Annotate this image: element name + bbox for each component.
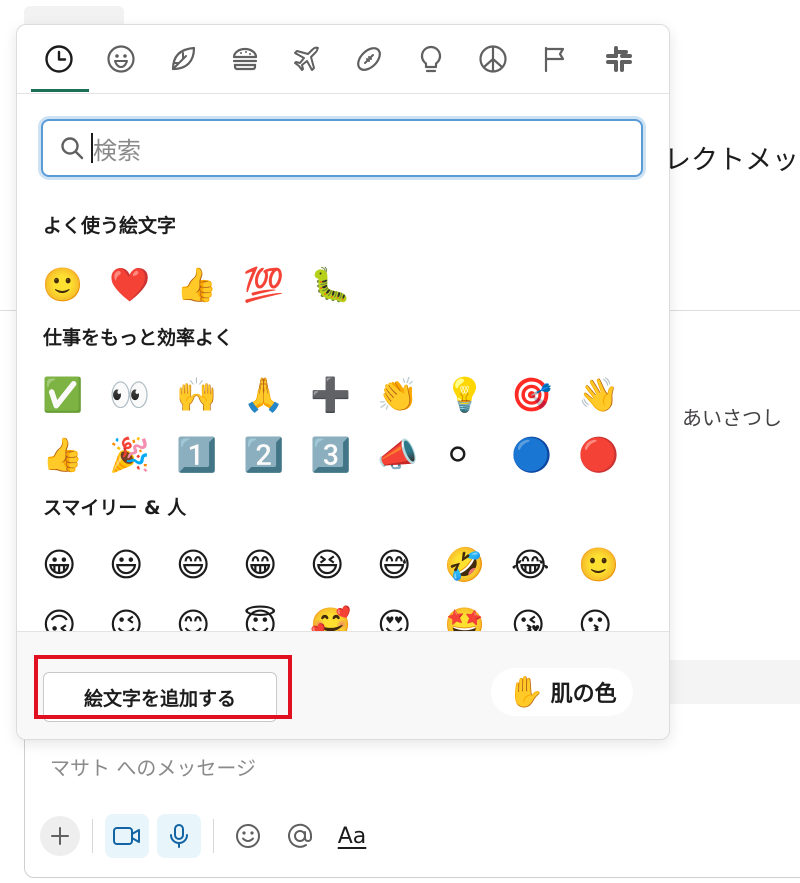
text-format-label: Aa (337, 823, 367, 849)
emoji[interactable]: 🙏 (238, 369, 305, 419)
emoji[interactable]: 👏 (372, 369, 439, 419)
section-title-frequent: よく使う絵文字 (43, 215, 177, 237)
emoji-row: 🙃 😉 😊 😇 🥰 😍 🤩 😘 😗 (37, 599, 640, 632)
category-tabs (17, 25, 669, 94)
emoji[interactable]: 🔴 (573, 429, 640, 479)
emoji[interactable]: 🎯 (506, 369, 573, 419)
mention-icon[interactable] (278, 814, 322, 858)
emoji-picker: 検索 よく使う絵文字 🙂 ❤️ 👍 💯 🐛 仕事をもっと効率よく ✅ 👀 🙌 🙏… (16, 24, 670, 740)
emoji[interactable]: 👍 (37, 429, 104, 479)
emoji[interactable]: 😆 (305, 539, 372, 589)
emoji[interactable]: ⚪ (439, 429, 506, 479)
emoji-icon[interactable] (226, 814, 270, 858)
emoji[interactable]: 😄 (171, 539, 238, 589)
emoji-row: ✅ 👀 🙌 🙏 ➕ 👏 💡 🎯 👋 (37, 369, 640, 419)
emoji[interactable]: 🙂 (573, 539, 640, 589)
background-greeting-text: あいさつし (682, 406, 782, 430)
emoji[interactable]: 📣 (372, 429, 439, 479)
section-title-smileys: スマイリー & 人 (43, 497, 187, 519)
toolbar-separator (213, 819, 214, 853)
emoji[interactable]: 🤣 (439, 539, 506, 589)
flag-icon[interactable] (533, 39, 577, 79)
skin-tone-button[interactable]: ✋ 肌の色 (491, 668, 633, 716)
emoji-search-input[interactable]: 検索 (41, 119, 643, 177)
text-format-button[interactable]: Aa (330, 814, 374, 858)
emoji[interactable]: 😉 (104, 599, 171, 632)
smiley-icon[interactable] (99, 39, 143, 79)
emoji[interactable]: ✅ (37, 369, 104, 419)
slack-icon[interactable] (597, 39, 641, 79)
emoji[interactable]: 👋 (573, 369, 640, 419)
peace-icon[interactable] (471, 39, 515, 79)
active-tab-indicator (31, 89, 89, 92)
emoji[interactable]: 🎉 (104, 429, 171, 479)
emoji[interactable]: 😘 (506, 599, 573, 632)
emoji[interactable]: 😇 (238, 599, 305, 632)
emoji[interactable]: 👍 (171, 259, 238, 309)
skin-tone-label: 肌の色 (550, 682, 617, 707)
airplane-icon[interactable] (285, 39, 329, 79)
microphone-icon[interactable] (157, 814, 201, 858)
emoji[interactable]: 😂 (506, 539, 573, 589)
emoji[interactable]: 💯 (238, 259, 305, 309)
emoji[interactable]: 🙃 (37, 599, 104, 632)
emoji[interactable]: 🙌 (171, 369, 238, 419)
lightbulb-icon[interactable] (409, 39, 453, 79)
message-input[interactable]: マサト へのメッセージ (50, 752, 256, 781)
emoji[interactable]: 🔵 (506, 429, 573, 479)
emoji-row: 🙂 ❤️ 👍 💯 🐛 (37, 259, 372, 309)
emoji[interactable]: ➕ (305, 369, 372, 419)
toolbar-separator (92, 819, 93, 853)
background-header-text: レクトメッ (664, 145, 799, 176)
emoji[interactable]: 😍 (372, 599, 439, 632)
clock-icon[interactable] (37, 39, 81, 79)
leaf-icon[interactable] (161, 39, 205, 79)
emoji[interactable]: 😅 (372, 539, 439, 589)
emoji-row: 👍 🎉 1️⃣ 2️⃣ 3️⃣ 📣 ⚪ 🔵 🔴 (37, 429, 640, 479)
emoji-row: 😀 😃 😄 😁 😆 😅 🤣 😂 🙂 (37, 539, 640, 589)
emoji[interactable]: 😁 (238, 539, 305, 589)
search-placeholder: 検索 (93, 136, 141, 165)
emoji-list: よく使う絵文字 🙂 ❤️ 👍 💯 🐛 仕事をもっと効率よく ✅ 👀 🙌 🙏 ➕ … (17, 197, 669, 631)
emoji[interactable]: ❤️ (104, 259, 171, 309)
emoji[interactable]: 🐛 (305, 259, 372, 309)
emoji[interactable]: 🙂 (37, 259, 104, 309)
section-title-work: 仕事をもっと効率よく (43, 327, 234, 349)
emoji[interactable]: 🥰 (305, 599, 372, 632)
burger-icon[interactable] (223, 39, 267, 79)
raised-hand-icon: ✋ (507, 674, 545, 710)
emoji[interactable]: 😀 (37, 539, 104, 589)
search-icon (61, 137, 84, 160)
video-clip-icon[interactable] (105, 814, 149, 858)
emoji[interactable]: 😊 (171, 599, 238, 632)
plus-icon[interactable] (40, 816, 80, 856)
emoji[interactable]: 2️⃣ (238, 429, 305, 479)
emoji[interactable]: 💡 (439, 369, 506, 419)
emoji[interactable]: 😗 (573, 599, 640, 632)
emoji[interactable]: 1️⃣ (171, 429, 238, 479)
composer-toolbar: Aa (40, 812, 382, 860)
emoji[interactable]: 3️⃣ (305, 429, 372, 479)
football-icon[interactable] (347, 39, 391, 79)
emoji[interactable]: 😃 (104, 539, 171, 589)
emoji[interactable]: 👀 (104, 369, 171, 419)
highlight-frame (34, 655, 292, 719)
emoji[interactable]: 🤩 (439, 599, 506, 632)
